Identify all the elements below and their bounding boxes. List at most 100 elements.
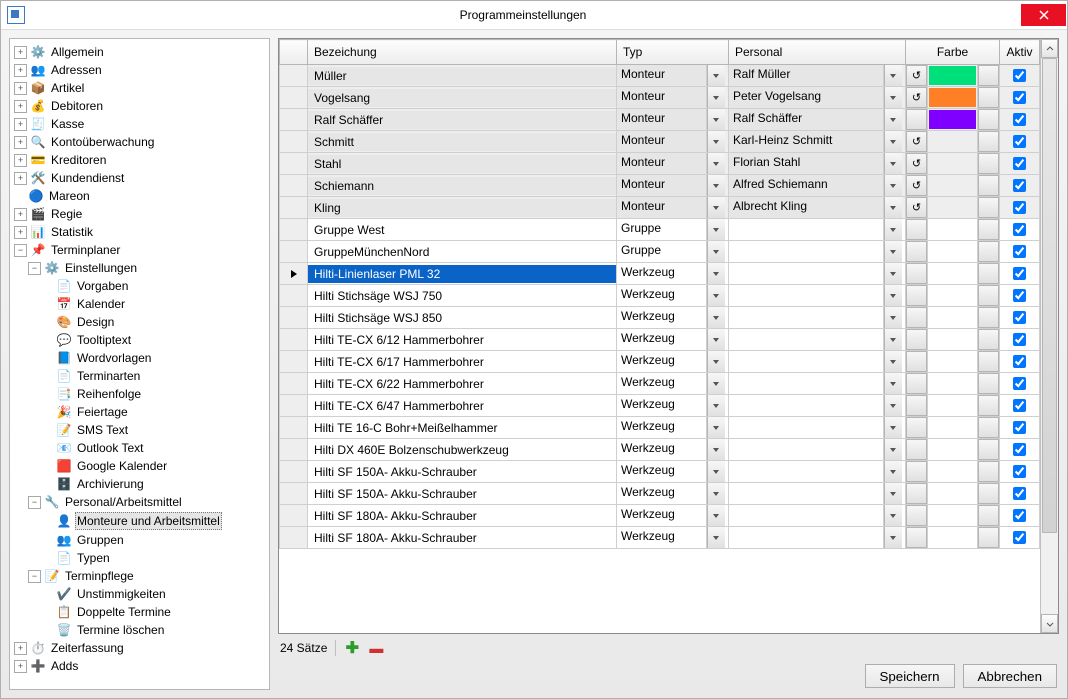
tree-node[interactable]: + ⏱️ Zeiterfassung <box>14 639 267 657</box>
personal-combo[interactable] <box>729 307 883 328</box>
cell-bezeichnung[interactable]: Schmitt <box>308 133 616 151</box>
color-cell[interactable] <box>927 263 977 285</box>
row-marker[interactable] <box>280 109 307 130</box>
color-picker-button[interactable] <box>978 65 999 86</box>
chevron-down-icon[interactable] <box>707 153 725 174</box>
row-marker[interactable] <box>280 131 307 152</box>
row-marker[interactable] <box>280 505 307 526</box>
typ-combo[interactable]: Werkzeug <box>617 439 706 460</box>
color-picker-button[interactable] <box>978 527 999 548</box>
aktiv-checkbox[interactable] <box>1000 109 1039 130</box>
refresh-button[interactable] <box>906 483 927 504</box>
color-picker-button[interactable] <box>978 439 999 460</box>
personal-combo[interactable] <box>729 241 883 262</box>
personal-combo[interactable] <box>729 263 883 284</box>
tree-node[interactable]: 🎨 Design <box>42 313 267 331</box>
tree-node[interactable]: + 💰 Debitoren <box>14 97 267 115</box>
row-marker[interactable] <box>280 527 307 548</box>
tree-node[interactable]: 🗑️ Termine löschen <box>42 621 267 639</box>
chevron-down-icon[interactable] <box>707 263 725 284</box>
expander-icon[interactable]: + <box>14 660 27 673</box>
personal-combo[interactable]: Alfred Schiemann <box>729 175 883 196</box>
chevron-down-icon[interactable] <box>884 351 902 372</box>
aktiv-checkbox[interactable] <box>1000 87 1039 108</box>
refresh-button[interactable]: ↺ <box>906 197 927 218</box>
color-picker-button[interactable] <box>978 197 999 218</box>
chevron-down-icon[interactable] <box>884 483 902 504</box>
tree-node[interactable]: 📋 Doppelte Termine <box>42 603 267 621</box>
color-cell[interactable] <box>927 65 977 87</box>
chevron-down-icon[interactable] <box>707 329 725 350</box>
chevron-down-icon[interactable] <box>707 87 725 108</box>
tree-node[interactable]: 📄 Terminarten <box>42 367 267 385</box>
table-row[interactable]: GruppeMünchenNord Gruppe <box>280 241 1040 263</box>
typ-combo[interactable]: Monteur <box>617 65 706 86</box>
expander-icon[interactable]: + <box>14 64 27 77</box>
personal-combo[interactable] <box>729 219 883 240</box>
tree-node[interactable]: − ⚙️ Einstellungen <box>28 259 267 277</box>
aktiv-checkbox[interactable] <box>1000 153 1039 174</box>
cell-bezeichnung[interactable]: Hilti TE-CX 6/17 Hammerbohrer <box>308 353 616 371</box>
color-picker-button[interactable] <box>978 395 999 416</box>
color-picker-button[interactable] <box>978 307 999 328</box>
chevron-down-icon[interactable] <box>884 417 902 438</box>
typ-combo[interactable]: Werkzeug <box>617 307 706 328</box>
chevron-down-icon[interactable] <box>884 263 902 284</box>
typ-combo[interactable]: Monteur <box>617 87 706 108</box>
personal-combo[interactable]: Ralf Schäffer <box>729 109 883 130</box>
cell-bezeichnung[interactable]: Kling <box>308 199 616 217</box>
cell-bezeichnung[interactable]: Hilti TE-CX 6/47 Hammerbohrer <box>308 397 616 415</box>
save-button[interactable]: Speichern <box>865 664 955 688</box>
tree-node[interactable]: − 📌 Terminplaner <box>14 241 267 259</box>
typ-combo[interactable]: Monteur <box>617 175 706 196</box>
table-row[interactable]: Hilti TE 16-C Bohr+Meißelhammer Werkzeug <box>280 417 1040 439</box>
aktiv-checkbox[interactable] <box>1000 373 1039 394</box>
typ-combo[interactable]: Werkzeug <box>617 329 706 350</box>
color-picker-button[interactable] <box>978 351 999 372</box>
cell-bezeichnung[interactable]: Müller <box>308 67 616 85</box>
scroll-track[interactable] <box>1041 58 1058 614</box>
color-cell[interactable] <box>927 285 977 307</box>
table-row[interactable]: Kling Monteur Albrecht Kling ↺ <box>280 197 1040 219</box>
tree-node[interactable]: 📧 Outlook Text <box>42 439 267 457</box>
chevron-down-icon[interactable] <box>707 131 725 152</box>
chevron-down-icon[interactable] <box>707 285 725 306</box>
cell-bezeichnung[interactable]: Ralf Schäffer <box>308 111 616 129</box>
row-marker[interactable] <box>280 417 307 438</box>
color-cell[interactable] <box>927 87 977 109</box>
personal-combo[interactable] <box>729 527 883 548</box>
aktiv-checkbox[interactable] <box>1000 483 1039 504</box>
color-picker-button[interactable] <box>978 87 999 108</box>
scroll-up-arrow[interactable] <box>1041 39 1058 58</box>
cell-bezeichnung[interactable]: Hilti Stichsäge WSJ 750 <box>308 287 616 305</box>
table-row[interactable]: Hilti TE-CX 6/47 Hammerbohrer Werkzeug <box>280 395 1040 417</box>
typ-combo[interactable]: Monteur <box>617 109 706 130</box>
personal-combo[interactable]: Albrecht Kling <box>729 197 883 218</box>
expander-icon[interactable]: − <box>28 570 41 583</box>
tree-node[interactable]: 💬 Tooltiptext <box>42 331 267 349</box>
color-picker-button[interactable] <box>978 483 999 504</box>
aktiv-checkbox[interactable] <box>1000 263 1039 284</box>
color-cell[interactable] <box>927 109 977 131</box>
table-row[interactable]: Stahl Monteur Florian Stahl ↺ <box>280 153 1040 175</box>
expander-icon[interactable]: + <box>14 226 27 239</box>
refresh-button[interactable] <box>906 307 927 328</box>
refresh-button[interactable]: ↺ <box>906 153 927 174</box>
cell-bezeichnung[interactable]: Stahl <box>308 155 616 173</box>
refresh-button[interactable] <box>906 417 927 438</box>
row-marker[interactable] <box>280 153 307 174</box>
refresh-button[interactable] <box>906 285 927 306</box>
header-typ[interactable]: Typ <box>616 40 728 65</box>
expander-icon[interactable]: − <box>28 262 41 275</box>
chevron-down-icon[interactable] <box>884 65 902 86</box>
refresh-button[interactable] <box>906 109 927 130</box>
table-row[interactable]: Schmitt Monteur Karl-Heinz Schmitt ↺ <box>280 131 1040 153</box>
aktiv-checkbox[interactable] <box>1000 395 1039 416</box>
tree-node[interactable]: 📄 Vorgaben <box>42 277 267 295</box>
personal-combo[interactable] <box>729 329 883 350</box>
chevron-down-icon[interactable] <box>884 87 902 108</box>
table-row[interactable]: Hilti SF 180A- Akku-Schrauber Werkzeug <box>280 527 1040 549</box>
chevron-down-icon[interactable] <box>884 109 902 130</box>
chevron-down-icon[interactable] <box>884 197 902 218</box>
aktiv-checkbox[interactable] <box>1000 241 1039 262</box>
